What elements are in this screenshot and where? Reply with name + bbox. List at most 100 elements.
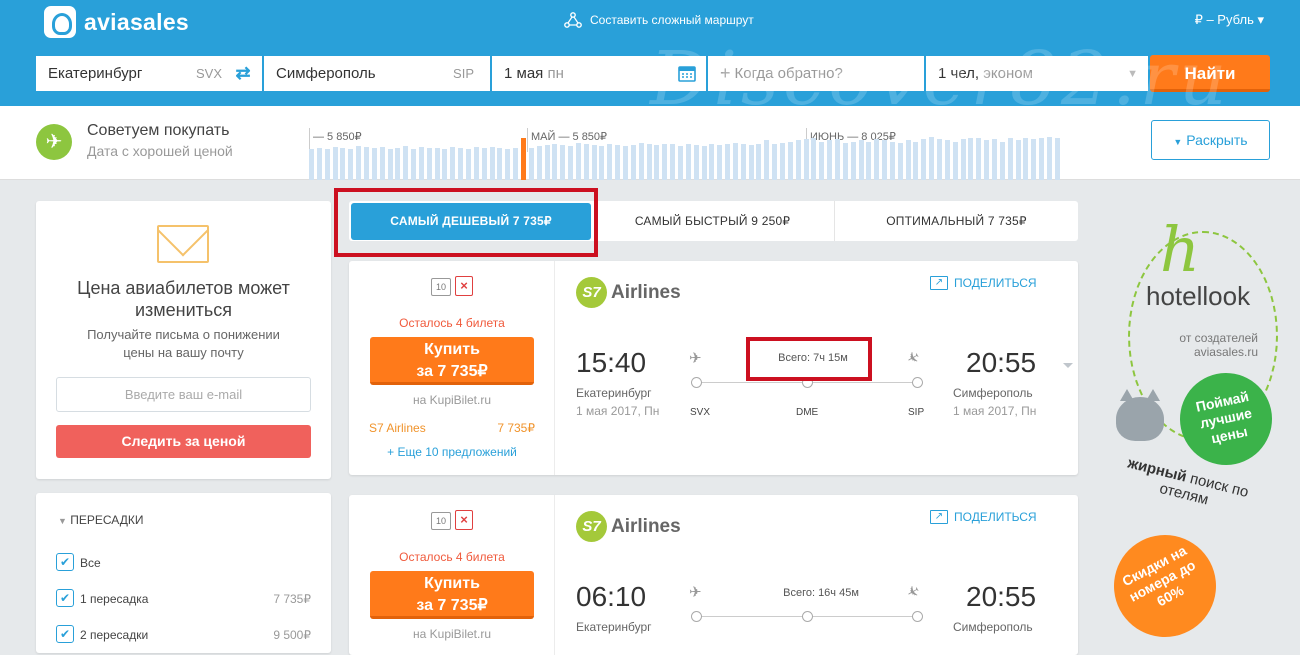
price-bar[interactable] xyxy=(795,140,801,180)
price-bar[interactable] xyxy=(623,146,628,180)
filter-item-1-transfer[interactable]: ✔ 1 пересадка 7 735₽ xyxy=(56,589,311,609)
price-bar[interactable] xyxy=(489,147,495,180)
price-bar[interactable] xyxy=(732,143,738,180)
price-bars[interactable]: — 5 850₽ МАЙ — 5 850₽ ИЮНЬ — 8 025₽ xyxy=(309,128,1065,180)
price-bar[interactable] xyxy=(497,148,503,180)
price-bar[interactable] xyxy=(591,145,597,180)
price-bar[interactable] xyxy=(976,138,982,180)
price-bar[interactable] xyxy=(952,142,958,180)
price-bar[interactable] xyxy=(889,142,895,180)
price-bar[interactable] xyxy=(1007,138,1013,180)
price-bar[interactable] xyxy=(685,144,691,180)
price-bar[interactable] xyxy=(575,143,581,180)
price-bar[interactable] xyxy=(607,144,613,180)
hotellook-ad[interactable]: h hotellook от создателей aviasales.ru П… xyxy=(1096,201,1300,655)
price-bar[interactable] xyxy=(615,145,621,180)
price-bar[interactable] xyxy=(929,137,935,180)
price-bar[interactable] xyxy=(866,142,872,180)
price-bar[interactable] xyxy=(505,149,511,180)
price-bar[interactable] xyxy=(309,149,314,180)
price-bar[interactable] xyxy=(466,149,471,180)
filter-item-all[interactable]: ✔ Все xyxy=(56,553,311,573)
price-bar[interactable] xyxy=(991,139,997,180)
price-bar[interactable] xyxy=(780,143,785,180)
price-bar[interactable] xyxy=(772,144,778,180)
price-bar[interactable] xyxy=(827,140,833,180)
price-bar[interactable] xyxy=(324,149,330,180)
price-bar[interactable] xyxy=(646,144,652,180)
destination-field[interactable]: Симферополь SIP xyxy=(264,56,490,91)
price-bar[interactable] xyxy=(944,140,950,180)
price-bar[interactable] xyxy=(583,144,589,180)
price-bar[interactable] xyxy=(819,142,825,180)
price-bar[interactable] xyxy=(568,146,574,180)
expand-button[interactable]: ▼ Раскрыть xyxy=(1151,120,1270,160)
price-bar[interactable] xyxy=(677,146,683,180)
price-bar[interactable] xyxy=(552,144,558,180)
share-link[interactable]: ↗ ПОДЕЛИТЬСЯ xyxy=(930,276,1037,290)
price-bar[interactable] xyxy=(363,147,369,180)
currency-selector[interactable]: ₽ – Рубль ▾ xyxy=(1195,12,1264,28)
price-bar[interactable] xyxy=(411,149,417,180)
price-bar[interactable] xyxy=(1031,139,1037,180)
follow-price-button[interactable]: Следить за ценой xyxy=(56,425,311,458)
price-bar[interactable] xyxy=(1054,138,1060,180)
price-bar[interactable] xyxy=(913,142,919,180)
expand-ticket-icon[interactable] xyxy=(1063,363,1073,368)
price-bar[interactable] xyxy=(717,145,723,180)
price-bar[interactable] xyxy=(834,139,840,180)
price-bar[interactable] xyxy=(481,148,487,180)
price-bar[interactable] xyxy=(332,147,338,180)
price-bar[interactable] xyxy=(513,148,519,180)
price-bar[interactable] xyxy=(756,144,762,180)
price-bar[interactable] xyxy=(348,149,354,180)
price-bar[interactable] xyxy=(434,148,440,180)
price-bar[interactable] xyxy=(670,144,676,180)
tab-fastest[interactable]: САМЫЙ БЫСТРЫЙ 9 250₽ xyxy=(591,201,834,241)
email-input[interactable]: Введите ваш e-mail xyxy=(56,377,311,412)
tab-optimal[interactable]: ОПТИМАЛЬНЫЙ 7 735₽ xyxy=(835,201,1078,241)
agent-offer[interactable]: S7 Airlines 7 735₽ xyxy=(369,421,535,435)
price-bar[interactable] xyxy=(599,146,605,180)
swap-icon[interactable]: ⇄ xyxy=(232,62,254,84)
price-bar[interactable] xyxy=(418,147,424,180)
price-bar[interactable] xyxy=(850,142,856,180)
checkbox-icon[interactable]: ✔ xyxy=(56,553,74,571)
buy-button[interactable]: Купить за 7 735₽ xyxy=(370,337,534,385)
price-bar[interactable] xyxy=(442,149,448,180)
price-bar[interactable] xyxy=(340,148,346,180)
price-bar[interactable] xyxy=(999,142,1005,180)
checkbox-icon[interactable]: ✔ xyxy=(56,589,74,607)
price-bar[interactable] xyxy=(654,145,660,180)
price-bar[interactable] xyxy=(395,148,401,180)
price-bar[interactable] xyxy=(1039,138,1045,180)
price-bar[interactable] xyxy=(662,144,668,180)
price-bar[interactable] xyxy=(811,138,817,180)
price-bar[interactable] xyxy=(937,139,942,180)
price-bar[interactable] xyxy=(536,146,542,180)
price-bar[interactable] xyxy=(960,139,966,180)
price-bar[interactable] xyxy=(897,143,903,180)
buy-button[interactable]: Купить за 7 735₽ xyxy=(370,571,534,619)
price-bar[interactable] xyxy=(787,142,793,180)
price-bar[interactable] xyxy=(905,140,911,180)
price-bar[interactable] xyxy=(701,146,707,180)
origin-field[interactable]: Екатеринбург SVX ⇄ xyxy=(36,56,262,91)
price-bar[interactable] xyxy=(874,139,880,180)
price-bar[interactable] xyxy=(426,148,432,180)
price-bar[interactable] xyxy=(560,145,566,180)
price-bar[interactable] xyxy=(1015,140,1021,180)
more-offers-link[interactable]: + Еще 10 предложений xyxy=(349,445,555,459)
price-bar[interactable] xyxy=(403,146,409,180)
price-bar[interactable] xyxy=(748,145,754,180)
price-bar[interactable] xyxy=(544,145,550,180)
price-bar[interactable] xyxy=(921,139,927,180)
price-bar[interactable] xyxy=(630,145,636,180)
logo[interactable]: aviasales xyxy=(44,6,189,38)
price-bar[interactable] xyxy=(528,148,534,180)
ticket-card[interactable]: 10 × Осталось 4 билета Купить за 7 735₽ н… xyxy=(349,261,1078,475)
price-bar[interactable] xyxy=(764,140,770,180)
price-bar[interactable] xyxy=(371,148,377,180)
price-bar[interactable] xyxy=(458,148,464,180)
filter-section-transfers[interactable]: ▼ ПЕРЕСАДКИ xyxy=(58,513,143,527)
